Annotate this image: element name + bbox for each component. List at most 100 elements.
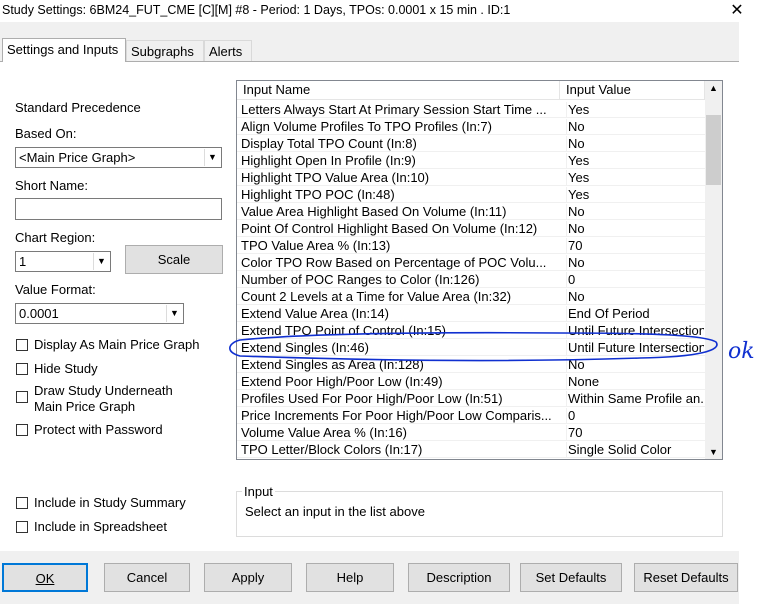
cancel-button[interactable]: Cancel bbox=[104, 563, 190, 592]
input-row[interactable]: TPO Value Area % (In:13) 70 bbox=[237, 237, 705, 254]
input-row[interactable]: Highlight TPO POC (In:48) Yes bbox=[237, 186, 705, 203]
input-row[interactable]: Profiles Used For Poor High/Poor Low (In… bbox=[237, 390, 705, 407]
short-name-input[interactable] bbox=[15, 198, 222, 220]
input-value[interactable]: No bbox=[566, 119, 704, 134]
input-row[interactable]: Highlight TPO Value Area (In:10) Yes bbox=[237, 169, 705, 186]
tab-alerts[interactable]: Alerts bbox=[204, 40, 252, 62]
chart-region-value: 1 bbox=[19, 254, 27, 269]
scale-button[interactable]: Scale bbox=[125, 245, 223, 274]
column-header-input-value[interactable]: Input Value bbox=[560, 81, 705, 100]
hide-study-checkbox[interactable]: Hide Study bbox=[16, 361, 98, 376]
based-on-value: <Main Price Graph> bbox=[19, 150, 136, 165]
checkbox-box[interactable] bbox=[16, 362, 28, 375]
input-value[interactable]: 0 bbox=[566, 408, 704, 423]
input-value[interactable]: No bbox=[566, 136, 704, 151]
input-row[interactable]: Number of POC Ranges to Color (In:126) 0 bbox=[237, 271, 705, 288]
chart-region-label: Chart Region: bbox=[15, 230, 96, 245]
input-value[interactable]: No bbox=[566, 221, 704, 236]
checkbox-label: Include in Spreadsheet bbox=[34, 519, 167, 534]
checkbox-label: Draw Study Underneath Main Price Graph bbox=[34, 383, 173, 414]
input-name: Number of POC Ranges to Color (In:126) bbox=[241, 272, 480, 287]
input-value[interactable]: 70 bbox=[566, 425, 704, 440]
based-on-select[interactable]: <Main Price Graph> ▼ bbox=[15, 147, 222, 168]
scroll-up-icon[interactable]: ▲ bbox=[705, 83, 722, 93]
reset-defaults-button[interactable]: Reset Defaults bbox=[634, 563, 738, 592]
input-row[interactable]: Extend Singles (In:46) Until Future Inter… bbox=[237, 339, 705, 356]
input-name: Highlight TPO POC (In:48) bbox=[241, 187, 395, 202]
description-button[interactable]: Description bbox=[408, 563, 510, 592]
input-row[interactable]: Display Total TPO Count (In:8) No bbox=[237, 135, 705, 152]
input-group-title: Input bbox=[242, 484, 275, 499]
input-row[interactable]: Highlight Open In Profile (In:9) Yes bbox=[237, 152, 705, 169]
input-name: Extend Singles as Area (In:128) bbox=[241, 357, 424, 372]
input-name: TPO Value Area % (In:13) bbox=[241, 238, 391, 253]
input-value[interactable]: None bbox=[566, 374, 704, 389]
title-bar: Study Settings: 6BM24_FUT_CME [C][M] #8 … bbox=[0, 0, 761, 22]
input-name: Extend Singles (In:46) bbox=[241, 340, 369, 355]
scroll-down-icon[interactable]: ▼ bbox=[705, 447, 722, 457]
checkbox-box[interactable] bbox=[16, 423, 28, 436]
draw-study-underneath-checkbox[interactable]: Draw Study Underneath Main Price Graph bbox=[16, 383, 191, 415]
input-row[interactable]: Extend Value Area (In:14) End Of Period bbox=[237, 305, 705, 322]
inputs-list[interactable]: Input Name Input Value Letters Always St… bbox=[236, 80, 723, 460]
standard-precedence-label: Standard Precedence bbox=[15, 100, 141, 115]
input-value[interactable]: Within Same Profile an... bbox=[566, 391, 704, 406]
checkbox-box[interactable] bbox=[16, 520, 28, 533]
input-value[interactable]: 0 bbox=[566, 272, 704, 287]
input-name: Point Of Control Highlight Based On Volu… bbox=[241, 221, 538, 236]
ok-button[interactable]: OK bbox=[2, 563, 88, 592]
checkbox-box[interactable] bbox=[16, 496, 28, 509]
tab-subgraphs[interactable]: Subgraphs bbox=[126, 40, 204, 62]
input-row[interactable]: Price Increments For Poor High/Poor Low … bbox=[237, 407, 705, 424]
input-row[interactable]: TPO Letter/Block Colors (In:17) Single So… bbox=[237, 441, 705, 458]
checkbox-box[interactable] bbox=[16, 338, 28, 351]
input-row[interactable]: Extend Poor High/Poor Low (In:49) None bbox=[237, 373, 705, 390]
input-value[interactable]: Yes bbox=[566, 187, 704, 202]
include-in-spreadsheet-checkbox[interactable]: Include in Spreadsheet bbox=[16, 519, 167, 534]
tab-settings-and-inputs[interactable]: Settings and Inputs bbox=[2, 38, 126, 62]
input-name: TPO Letter/Block Colors (In:17) bbox=[241, 442, 423, 457]
input-value[interactable]: Until Future Intersection bbox=[566, 340, 704, 355]
checkbox-label: Display As Main Price Graph bbox=[34, 337, 200, 352]
input-row[interactable]: Volume Value Area % (In:16) 70 bbox=[237, 424, 705, 441]
input-name: Extend Poor High/Poor Low (In:49) bbox=[241, 374, 443, 389]
display-as-main-price-graph-checkbox[interactable]: Display As Main Price Graph bbox=[16, 337, 199, 352]
vertical-scrollbar[interactable]: ▲ ▼ bbox=[705, 81, 722, 459]
input-row[interactable]: Color TPO Row Based on Percentage of POC… bbox=[237, 254, 705, 271]
checkbox-box[interactable] bbox=[16, 391, 28, 403]
close-icon[interactable]: ✕ bbox=[727, 0, 747, 20]
value-format-value: 0.0001 bbox=[19, 306, 59, 321]
checkbox-label: Include in Study Summary bbox=[34, 495, 186, 510]
input-value[interactable]: No bbox=[566, 289, 704, 304]
protect-with-password-checkbox[interactable]: Protect with Password bbox=[16, 422, 163, 437]
input-value[interactable]: End Of Period bbox=[566, 306, 704, 321]
input-row[interactable]: Value Area Highlight Based On Volume (In… bbox=[237, 203, 705, 220]
scrollbar-thumb[interactable] bbox=[706, 115, 721, 185]
input-row[interactable]: Extend TPO Point of Control (In:15) Until… bbox=[237, 322, 705, 339]
input-value[interactable]: No bbox=[566, 357, 704, 372]
input-row[interactable]: Align Volume Profiles To TPO Profiles (I… bbox=[237, 118, 705, 135]
input-row[interactable]: Point Of Control Highlight Based On Volu… bbox=[237, 220, 705, 237]
input-value[interactable]: Yes bbox=[566, 153, 704, 168]
input-value[interactable]: No bbox=[566, 204, 704, 219]
input-value[interactable]: No bbox=[566, 255, 704, 270]
input-name: Display Total TPO Count (In:8) bbox=[241, 136, 417, 151]
input-row[interactable]: Letters Always Start At Primary Session … bbox=[237, 101, 705, 118]
input-value[interactable]: 70 bbox=[566, 238, 704, 253]
input-row[interactable]: Count 2 Levels at a Time for Value Area … bbox=[237, 288, 705, 305]
chart-region-select[interactable]: 1 ▼ bbox=[15, 251, 111, 272]
input-value[interactable]: Single Solid Color bbox=[566, 442, 704, 457]
input-name: Count 2 Levels at a Time for Value Area … bbox=[241, 289, 512, 304]
chevron-down-icon: ▼ bbox=[204, 149, 220, 166]
value-format-label: Value Format: bbox=[15, 282, 96, 297]
include-in-study-summary-checkbox[interactable]: Include in Study Summary bbox=[16, 495, 186, 510]
column-header-input-name[interactable]: Input Name bbox=[237, 81, 560, 100]
input-value[interactable]: Yes bbox=[566, 170, 704, 185]
help-button[interactable]: Help bbox=[306, 563, 394, 592]
input-value[interactable]: Until Future Intersection bbox=[566, 323, 704, 338]
input-value[interactable]: Yes bbox=[566, 102, 704, 117]
input-row[interactable]: Extend Singles as Area (In:128) No bbox=[237, 356, 705, 373]
value-format-select[interactable]: 0.0001 ▼ bbox=[15, 303, 184, 324]
apply-button[interactable]: Apply bbox=[204, 563, 292, 592]
set-defaults-button[interactable]: Set Defaults bbox=[520, 563, 622, 592]
